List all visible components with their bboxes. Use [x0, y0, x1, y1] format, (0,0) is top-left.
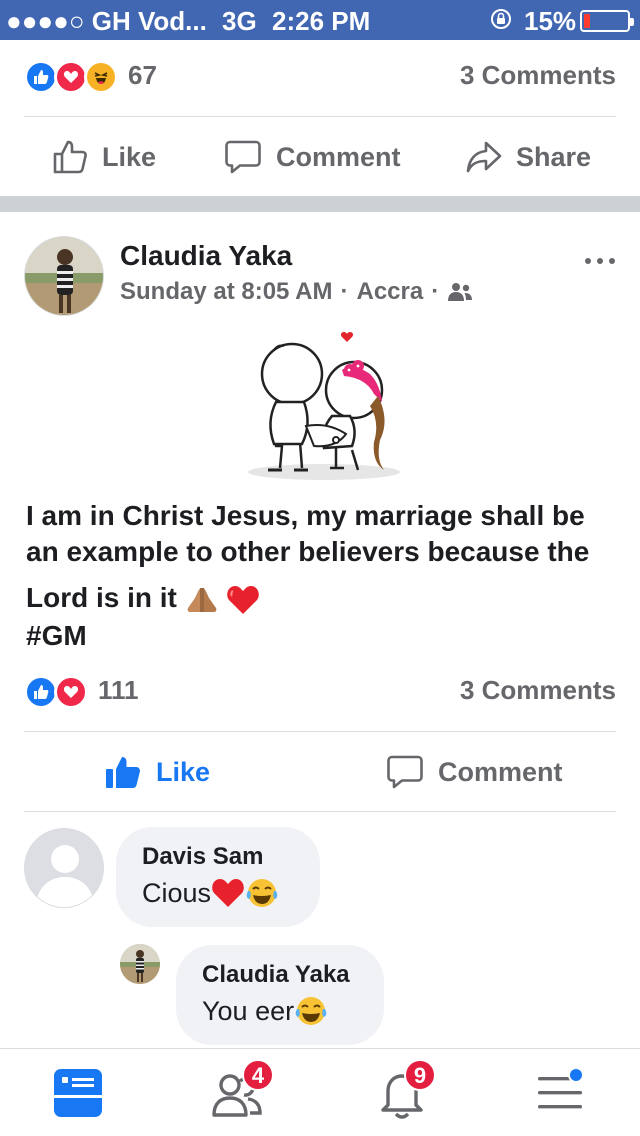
- share-icon: [466, 141, 502, 173]
- tab-menu[interactable]: [532, 1065, 592, 1121]
- praying-hands-emoji: [187, 587, 217, 612]
- like-filled-icon: [106, 757, 140, 788]
- carrier-label: ●●●●○ GH Vod...: [6, 6, 207, 36]
- friends-icon: [448, 283, 473, 301]
- menu-icon: [538, 1067, 584, 1109]
- share-button[interactable]: Share: [466, 117, 591, 197]
- battery-percent: 15%: [524, 6, 577, 36]
- tab-friend-requests[interactable]: 4: [210, 1059, 274, 1121]
- haha-icon: [84, 60, 118, 94]
- status-bar: ●●●●○ GH Vod... 3G 2:26 PM 15%: [0, 0, 640, 40]
- feed-separator: [0, 196, 640, 212]
- post-text-line: Lord is in it: [26, 582, 177, 613]
- comment-label: Comment: [276, 141, 401, 172]
- comment-label: Comment: [438, 756, 563, 787]
- battery-icon: [580, 10, 634, 32]
- more-options-icon[interactable]: [584, 256, 616, 266]
- comment-icon: [387, 755, 423, 789]
- comment-button[interactable]: Comment: [224, 117, 401, 197]
- post-text-line: an example to other believers because th…: [26, 536, 590, 567]
- comments-count-link[interactable]: 3 Comments: [460, 60, 616, 91]
- default-avatar: [25, 829, 103, 907]
- love-icon: [54, 675, 88, 709]
- comment-button[interactable]: Comment: [386, 732, 563, 812]
- tears-of-joy-emoji: [295, 997, 327, 1025]
- comment-icon: [225, 140, 261, 174]
- network-type: 3G: [222, 6, 257, 36]
- comment-bubble[interactable]: Davis Sam Cious: [116, 827, 320, 927]
- post-action-bar: Like Comment: [0, 732, 640, 812]
- like-button[interactable]: Like: [104, 732, 210, 812]
- red-heart-emoji: [227, 585, 260, 614]
- like-icon: [24, 675, 58, 709]
- news-feed-icon: [54, 1069, 102, 1117]
- friend-requests-badge: 4: [242, 1059, 274, 1091]
- like-label: Like: [102, 141, 157, 172]
- bottom-tab-bar: 4 9: [0, 1048, 640, 1136]
- author-avatar[interactable]: [24, 236, 104, 316]
- prev-post-action-bar: Like Comment Share: [0, 117, 640, 197]
- author-name-link[interactable]: Claudia Yaka: [120, 240, 292, 272]
- reply-bubble[interactable]: Claudia Yaka You eer: [176, 945, 384, 1045]
- like-outline-icon: [53, 140, 87, 174]
- comment-text: Cious: [142, 877, 212, 908]
- like-label: Like: [156, 756, 211, 787]
- tab-notifications[interactable]: 9: [374, 1059, 436, 1121]
- reply-text: You eer: [202, 995, 295, 1026]
- hugging-couple-sticker: [248, 332, 400, 480]
- post-location[interactable]: Accra: [357, 278, 424, 306]
- profile-photo: [120, 944, 160, 984]
- post-meta: Sunday at 8:05 AM · Accra ·: [120, 278, 473, 306]
- like-icon: [24, 60, 58, 94]
- share-label: Share: [516, 141, 592, 172]
- reaction-count[interactable]: 67: [128, 60, 157, 91]
- commenter-name[interactable]: Davis Sam: [142, 843, 263, 871]
- comments-count-link[interactable]: 3 Comments: [460, 675, 616, 706]
- reply-author-name[interactable]: Claudia Yaka: [202, 961, 350, 989]
- tab-news-feed[interactable]: [50, 1065, 110, 1121]
- post-timestamp[interactable]: Sunday at 8:05 AM: [120, 278, 333, 306]
- post-body: I am in Christ Jesus, my marriage shall …: [26, 498, 626, 654]
- post-text-line: I am in Christ Jesus, my marriage shall …: [26, 500, 585, 531]
- love-icon: [54, 60, 88, 94]
- profile-photo: [25, 237, 103, 315]
- like-button[interactable]: Like: [52, 117, 156, 197]
- prev-post-reactions-row[interactable]: 67 3 Comments: [24, 58, 616, 98]
- clock: 2:26 PM: [272, 6, 371, 36]
- commenter-avatar[interactable]: [24, 828, 104, 908]
- post-reactions-row[interactable]: 111 3 Comments: [24, 673, 616, 713]
- notifications-badge: 9: [404, 1059, 436, 1091]
- battery-level: [584, 14, 590, 28]
- reply-author-avatar[interactable]: [120, 944, 160, 984]
- divider: [24, 811, 616, 812]
- hashtag-link[interactable]: #GM: [26, 618, 626, 654]
- reaction-count[interactable]: 111: [98, 675, 139, 706]
- red-heart-emoji: [212, 879, 244, 907]
- tears-of-joy-emoji: [246, 879, 278, 907]
- rotation-lock-icon: [491, 9, 511, 29]
